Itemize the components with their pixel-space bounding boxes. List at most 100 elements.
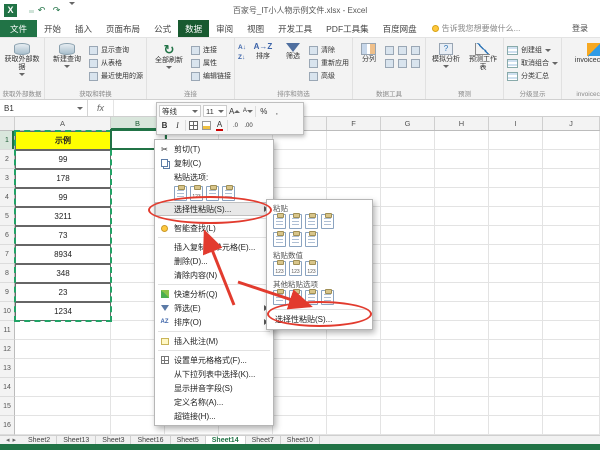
tab-视图[interactable]: 视图	[240, 20, 271, 37]
menu-item-filter[interactable]: 筛选(E)	[155, 301, 273, 315]
show-queries-button[interactable]: 显示查询	[89, 45, 143, 55]
redo-button[interactable]: ↷	[51, 4, 62, 17]
submenu-item-paste-special[interactable]: 选择性粘贴(S)...	[267, 312, 372, 327]
ungroup-button[interactable]: 取消组合	[507, 58, 558, 68]
row-header-7[interactable]: 7	[0, 245, 15, 264]
column-header-H[interactable]: H	[435, 117, 489, 130]
cell-J11[interactable]	[543, 321, 600, 340]
row-header-9[interactable]: 9	[0, 283, 15, 302]
cell-H3[interactable]	[435, 169, 489, 188]
cell-H10[interactable]	[435, 302, 489, 321]
sheet-tab-Sheet2[interactable]: Sheet2	[22, 436, 57, 444]
cell-A8[interactable]: 348	[15, 264, 111, 283]
cell-I16[interactable]	[489, 416, 543, 435]
consolidate-icon[interactable]	[385, 59, 394, 68]
menu-item-cut[interactable]: ✂剪切(T)	[155, 142, 273, 156]
cell-E15[interactable]	[273, 397, 327, 416]
cell-G8[interactable]	[381, 264, 435, 283]
transpose-icon[interactable]	[305, 232, 318, 247]
row-header-10[interactable]: 10	[0, 302, 15, 321]
keep-source-column-widths-icon[interactable]	[289, 232, 302, 247]
cell-A7[interactable]: 8934	[15, 245, 111, 264]
advanced-button[interactable]: 高级	[309, 71, 349, 81]
reapply-button[interactable]: 重新应用	[309, 58, 349, 68]
cell-H15[interactable]	[435, 397, 489, 416]
percent-style-button[interactable]: %	[258, 105, 269, 117]
row-header-1[interactable]: 1	[0, 131, 15, 150]
cell-F15[interactable]	[327, 397, 381, 416]
customize-qat-button[interactable]	[66, 4, 77, 17]
grow-font-button[interactable]: A	[229, 105, 240, 117]
cell-I14[interactable]	[489, 378, 543, 397]
formatting-icon[interactable]	[273, 290, 286, 305]
cell-A15[interactable]	[15, 397, 111, 416]
row-header-13[interactable]: 13	[0, 359, 15, 378]
cell-H7[interactable]	[435, 245, 489, 264]
menu-item-pick-from-list[interactable]: 从下拉列表中选择(K)...	[155, 367, 273, 381]
cell-A16[interactable]	[15, 416, 111, 435]
tab-file[interactable]: 文件	[0, 20, 37, 37]
menu-item-insert-comment[interactable]: 插入批注(M)	[155, 334, 273, 348]
row-header-3[interactable]: 3	[0, 169, 15, 188]
select-all-corner[interactable]	[0, 117, 15, 130]
cell-J15[interactable]	[543, 397, 600, 416]
values-icon[interactable]: 123	[190, 186, 203, 201]
cell-E2[interactable]	[273, 150, 327, 169]
cell-A2[interactable]: 99	[15, 150, 111, 169]
cell-H14[interactable]	[435, 378, 489, 397]
cell-E3[interactable]	[273, 169, 327, 188]
cell-J13[interactable]	[543, 359, 600, 378]
cell-J12[interactable]	[543, 340, 600, 359]
cell-A12[interactable]	[15, 340, 111, 359]
cell-I12[interactable]	[489, 340, 543, 359]
row-header-16[interactable]: 16	[0, 416, 15, 435]
cell-H16[interactable]	[435, 416, 489, 435]
cell-H5[interactable]	[435, 207, 489, 226]
cell-A6[interactable]: 73	[15, 226, 111, 245]
column-header-G[interactable]: G	[381, 117, 435, 130]
cell-J9[interactable]	[543, 283, 600, 302]
values-source-formatting-icon[interactable]: 123	[305, 261, 318, 276]
cell-A11[interactable]	[15, 321, 111, 340]
get-external-data-button[interactable]: 获取外部数据	[3, 41, 41, 88]
cell-H6[interactable]	[435, 226, 489, 245]
cell-G10[interactable]	[381, 302, 435, 321]
invoicecheck-button[interactable]: invoicecheck	[565, 41, 600, 88]
cell-G4[interactable]	[381, 188, 435, 207]
cell-A4[interactable]: 99	[15, 188, 111, 207]
paste-link-icon[interactable]	[289, 290, 302, 305]
cell-H1[interactable]	[435, 131, 489, 150]
cell-G9[interactable]	[381, 283, 435, 302]
refresh-all-button[interactable]: ↻ 全部刷新	[150, 41, 188, 88]
cell-J2[interactable]	[543, 150, 600, 169]
cell-I10[interactable]	[489, 302, 543, 321]
cell-J6[interactable]	[543, 226, 600, 245]
sort-descending-button[interactable]: Z↓	[238, 55, 246, 62]
borders-button[interactable]	[188, 120, 199, 132]
recent-sources-button[interactable]: 最近使用的源	[89, 71, 143, 81]
cell-A3[interactable]: 178	[15, 169, 111, 188]
manage-data-model-icon[interactable]	[411, 59, 420, 68]
cell-J5[interactable]	[543, 207, 600, 226]
cell-A10[interactable]: 1234	[15, 302, 111, 321]
from-table-button[interactable]: 从表格	[89, 58, 143, 68]
shrink-font-button[interactable]: A	[242, 105, 253, 117]
tab-插入[interactable]: 插入	[68, 20, 99, 37]
tab-公式[interactable]: 公式	[147, 20, 178, 37]
sheet-tab-Sheet3[interactable]: Sheet3	[96, 436, 131, 444]
cell-J8[interactable]	[543, 264, 600, 283]
row-header-4[interactable]: 4	[0, 188, 15, 207]
menu-item-delete[interactable]: 删除(D)...	[155, 254, 273, 268]
row-header-12[interactable]: 12	[0, 340, 15, 359]
filter-button[interactable]: 筛选	[280, 41, 306, 88]
sheet-tab-Sheet7[interactable]: Sheet7	[246, 436, 281, 444]
tab-开发工具[interactable]: 开发工具	[271, 20, 319, 37]
bold-button[interactable]: B	[159, 120, 170, 132]
cell-A13[interactable]	[15, 359, 111, 378]
row-header-2[interactable]: 2	[0, 150, 15, 169]
cell-F16[interactable]	[327, 416, 381, 435]
cell-I15[interactable]	[489, 397, 543, 416]
font-size-select[interactable]: 11	[203, 105, 227, 117]
cell-I7[interactable]	[489, 245, 543, 264]
italic-button[interactable]: I	[172, 120, 183, 132]
